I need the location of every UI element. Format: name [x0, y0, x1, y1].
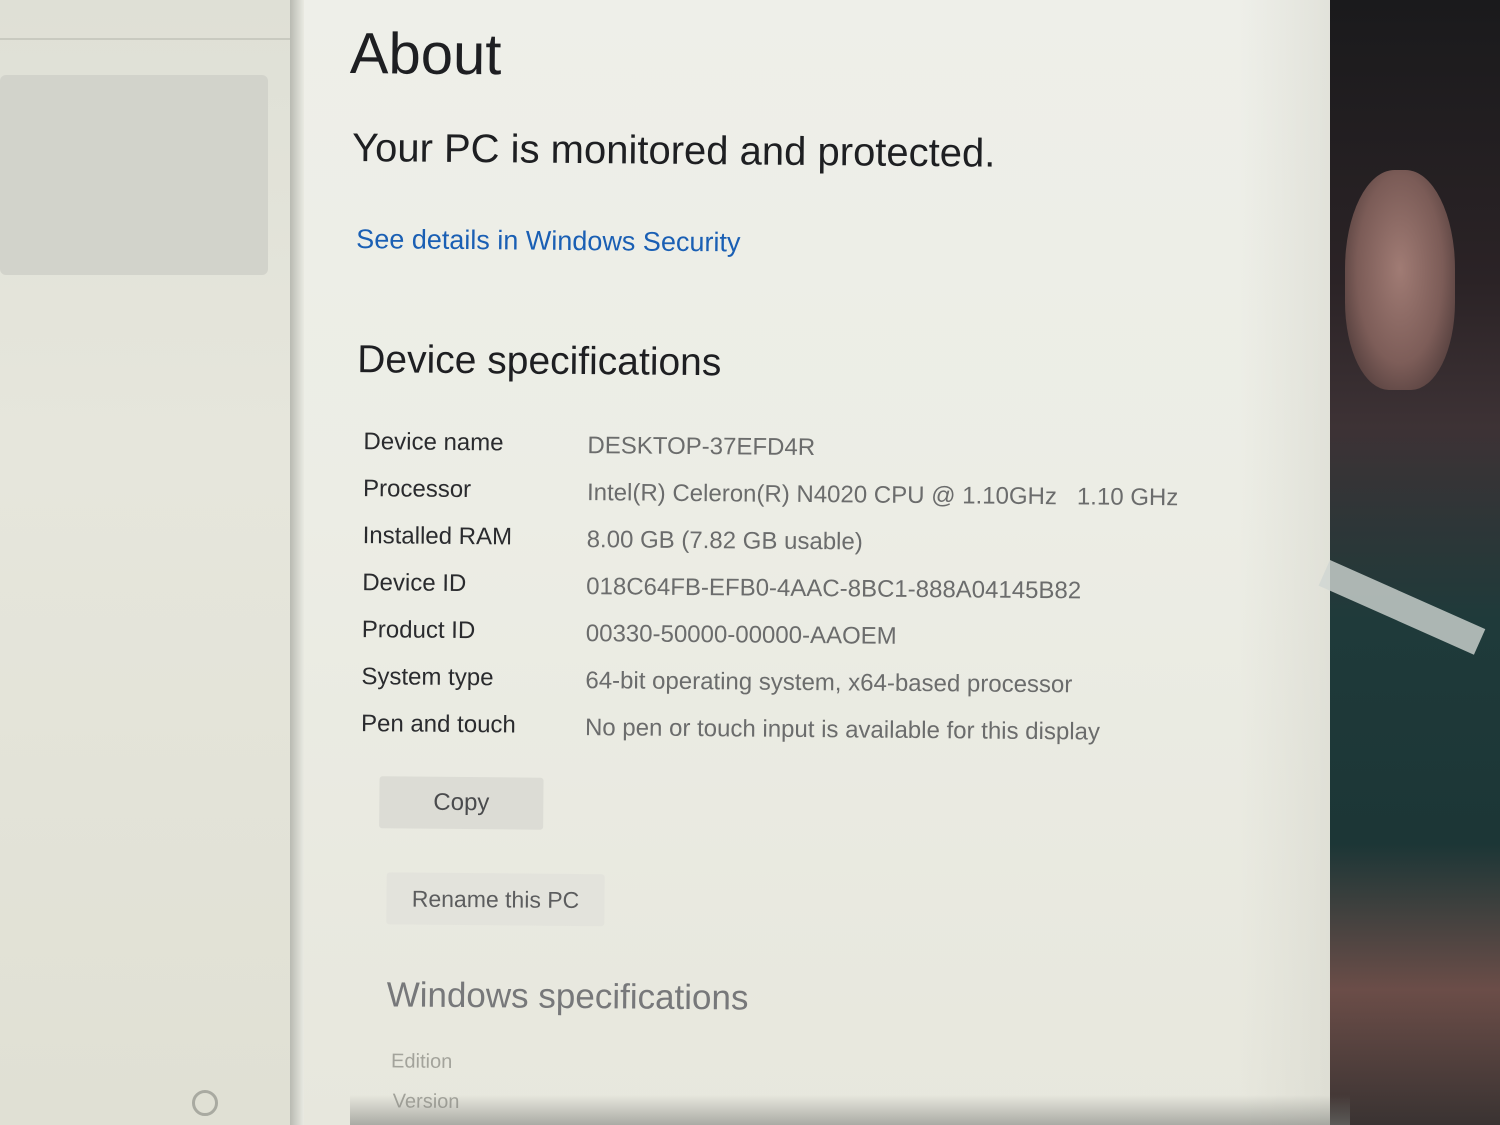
spec-value: DESKTOP-37EFD4R [587, 432, 816, 462]
spec-row-device-name: Device name DESKTOP-37EFD4R [363, 428, 1243, 483]
spec-label: Device name [363, 428, 504, 457]
spec-value: No pen or touch input is available for t… [584, 714, 1101, 746]
spec-row-installed-ram: Installed RAM 8.00 GB (7.82 GB usable) [362, 522, 1242, 577]
spec-value: 64-bit operating system, x64-based proce… [585, 667, 1073, 699]
windows-security-link[interactable]: See details in Windows Security [356, 224, 740, 258]
page-title: About [349, 21, 502, 88]
windows-specs-heading: Windows specifications [386, 975, 749, 1018]
spec-label: Product ID [361, 616, 476, 645]
spec-value: 00330-50000-00000-AAOEM [585, 620, 897, 650]
spec-row-system-type: System type 64-bit operating system, x64… [361, 663, 1241, 718]
rename-pc-button[interactable]: Rename this PC [386, 872, 605, 927]
copy-button[interactable]: Copy [379, 776, 544, 830]
spec-label: Device ID [362, 569, 467, 598]
spec-label: Installed RAM [362, 522, 513, 551]
protection-status: Your PC is monitored and protected. [351, 126, 996, 176]
spec-value: 8.00 GB (7.82 GB usable) [586, 526, 863, 556]
spec-row-device-id: Device ID 018C64FB-EFB0-4AAC-8BC1-888A04… [362, 569, 1242, 624]
spec-row-processor: Processor Intel(R) Celeron(R) N4020 CPU … [363, 475, 1243, 530]
about-content: About Your PC is monitored and protected… [0, 0, 1500, 1125]
screen: About Your PC is monitored and protected… [0, 0, 1500, 1125]
spec-row-pen-touch: Pen and touch No pen or touch input is a… [361, 710, 1241, 765]
edition-label: Edition [390, 1050, 453, 1073]
spec-label: Pen and touch [360, 710, 516, 739]
spec-label: System type [361, 663, 494, 692]
spec-value: 018C64FB-EFB0-4AAC-8BC1-888A04145B82 [586, 573, 1082, 605]
spec-label: Processor [362, 475, 472, 504]
device-specs-heading: Device specifications [357, 338, 722, 385]
spec-value: Intel(R) Celeron(R) N4020 CPU @ 1.10GHz … [586, 479, 1179, 512]
bottom-shadow [350, 1095, 1350, 1125]
device-specs-list: Device name DESKTOP-37EFD4R Processor In… [361, 428, 1244, 765]
spec-row-product-id: Product ID 00330-50000-00000-AAOEM [362, 616, 1242, 671]
